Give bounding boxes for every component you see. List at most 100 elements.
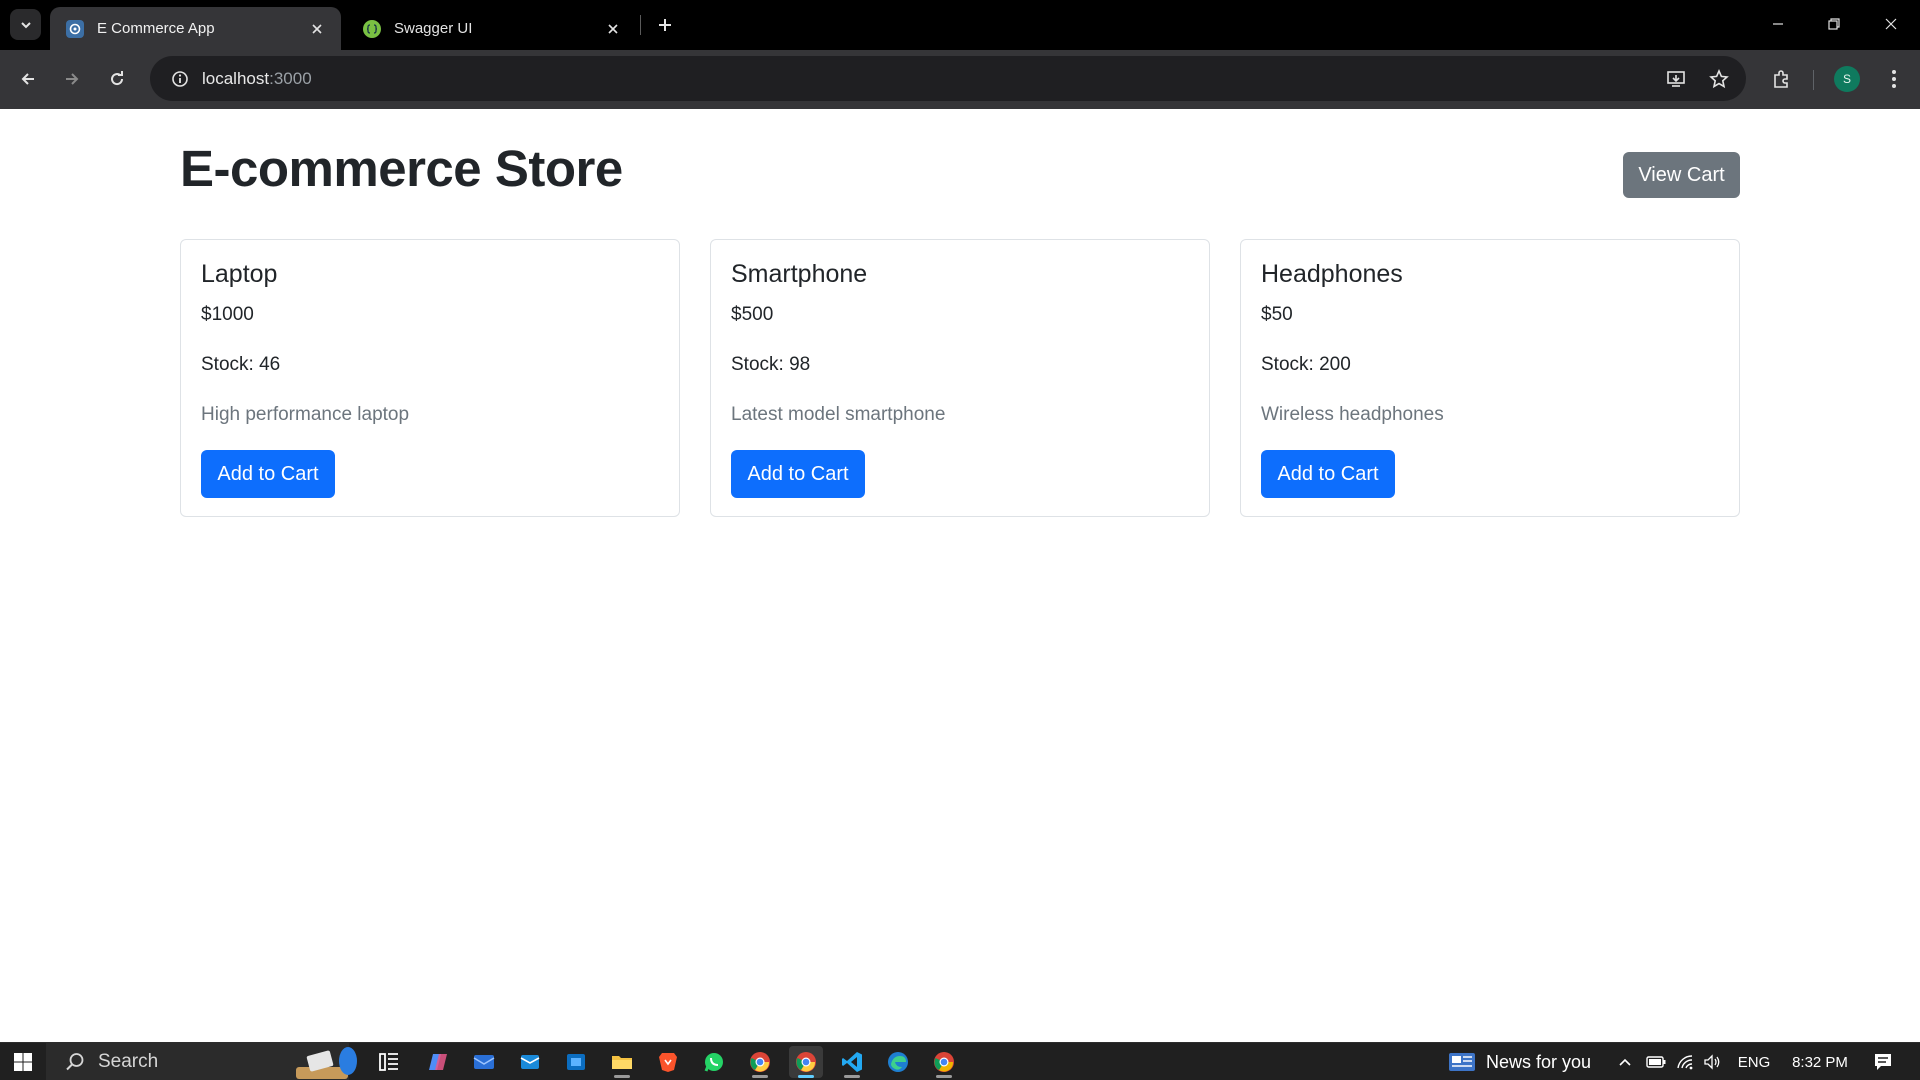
taskbar-copilot[interactable] [421,1046,455,1078]
restore-icon [1828,18,1840,30]
product-name: Smartphone [731,260,868,288]
input-language-indicator[interactable]: ENG [1736,1043,1772,1080]
product-name: Laptop [201,260,278,288]
swagger-favicon-icon [363,19,381,38]
store-icon [567,1054,585,1070]
wifi-icon[interactable] [1673,1043,1699,1080]
taskbar-outlook[interactable] [513,1046,547,1078]
folder-icon [612,1056,632,1069]
restore-button[interactable] [1814,8,1854,40]
start-button[interactable] [0,1043,46,1080]
forward-arrow-icon [66,73,79,85]
taskbar-file-explorer[interactable] [605,1046,639,1078]
chrome-icon [796,1052,816,1072]
address-bar[interactable]: localhost:3000 [150,56,1746,101]
plus-icon [659,19,671,31]
minimize-button[interactable] [1758,8,1798,40]
tab-title: Swagger UI [394,20,473,37]
minimize-icon [1773,23,1783,25]
chevron-up-icon [1619,1058,1631,1066]
forward-button[interactable] [56,63,88,95]
reload-icon [111,71,124,86]
product-price: $1000 [201,304,254,325]
profile-avatar[interactable]: S [1834,66,1860,92]
tab-ecommerce-app[interactable]: E Commerce App [50,7,341,50]
bookmark-star-icon[interactable] [1704,64,1734,94]
taskbar-whatsapp[interactable] [697,1046,731,1078]
url-host: localhost [202,68,270,88]
tab-swagger-ui[interactable]: Swagger UI [347,7,637,50]
running-indicator [844,1075,860,1078]
volume-icon[interactable] [1700,1043,1726,1080]
show-hidden-icons-button[interactable] [1612,1043,1638,1080]
chrome-icon [750,1052,770,1072]
product-description: Latest model smartphone [731,404,946,425]
tab-search-button[interactable] [10,9,41,40]
taskbar-brave[interactable] [651,1046,685,1078]
install-app-icon[interactable] [1661,64,1691,94]
taskbar-store[interactable] [559,1046,593,1078]
tab-title: E Commerce App [97,20,215,37]
close-icon [1885,18,1897,30]
menu-button[interactable] [1878,63,1910,95]
product-name: Headphones [1261,260,1403,288]
view-cart-button[interactable]: View Cart [1623,152,1740,198]
chevron-down-icon [20,21,31,28]
url-text: localhost:3000 [202,69,312,89]
add-to-cart-button[interactable]: Add to Cart [1261,450,1395,498]
taskbar-mail[interactable] [467,1046,501,1078]
site-info-icon[interactable] [158,56,202,101]
browser-tab-strip: E Commerce App Swagger UI [0,0,1920,50]
taskbar-chrome-canary[interactable] [927,1046,961,1078]
add-to-cart-button[interactable]: Add to Cart [731,450,865,498]
language-label: ENG [1737,1053,1771,1071]
whatsapp-icon [704,1053,723,1072]
search-highlight-illustration-icon [296,1047,357,1079]
browser-toolbar: localhost:3000 S [0,50,1920,109]
close-tab-icon[interactable] [307,19,327,39]
running-indicator [798,1075,814,1078]
running-indicator [752,1075,768,1078]
add-to-cart-button[interactable]: Add to Cart [201,450,335,498]
taskbar-chrome[interactable] [743,1046,777,1078]
running-indicator [614,1075,630,1078]
notification-icon [1875,1054,1891,1070]
product-stock: Stock: 46 [201,354,281,375]
vscode-icon [842,1052,862,1072]
windows-taskbar: Search News for you ENG 8:32 PM [0,1042,1920,1080]
product-description: Wireless headphones [1261,404,1444,425]
battery-icon[interactable] [1643,1043,1669,1080]
back-arrow-icon [21,73,34,85]
product-card-smartphone: Smartphone $500 Stock: 98 Latest model s… [710,239,1210,517]
edge-icon [888,1052,908,1072]
page-content: E-commerce Store View Cart Laptop $1000 … [0,109,1920,1042]
react-favicon-icon [66,19,84,38]
reload-button[interactable] [101,63,133,95]
product-stock: Stock: 200 [1261,354,1351,375]
taskbar-vscode[interactable] [835,1046,869,1078]
clock[interactable]: 8:32 PM [1784,1043,1856,1080]
close-tab-icon[interactable] [603,19,623,39]
new-tab-button[interactable] [652,12,678,38]
tab-divider [640,15,641,35]
clock-time: 8:32 PM [1792,1053,1848,1071]
product-card-headphones: Headphones $50 Stock: 200 Wireless headp… [1240,239,1740,517]
toolbar-separator [1813,70,1814,90]
brave-lion-icon [659,1053,677,1072]
back-button[interactable] [12,63,44,95]
extensions-button[interactable] [1765,63,1797,95]
taskbar-chrome-active[interactable] [789,1046,823,1078]
product-price: $50 [1261,304,1293,325]
taskbar-edge[interactable] [881,1046,915,1078]
close-window-button[interactable] [1871,8,1911,40]
notifications-button[interactable] [1866,1043,1900,1080]
news-widget[interactable]: News for you [1448,1043,1591,1080]
page-title: E-commerce Store [180,140,623,197]
taskbar-task-view[interactable] [372,1046,406,1078]
windows-logo-icon [14,1053,32,1071]
news-label: News for you [1486,1051,1592,1072]
outlook-icon [520,1055,540,1069]
url-port: :3000 [269,68,312,88]
kebab-menu-icon [1892,70,1896,88]
copilot-icon [429,1054,447,1070]
